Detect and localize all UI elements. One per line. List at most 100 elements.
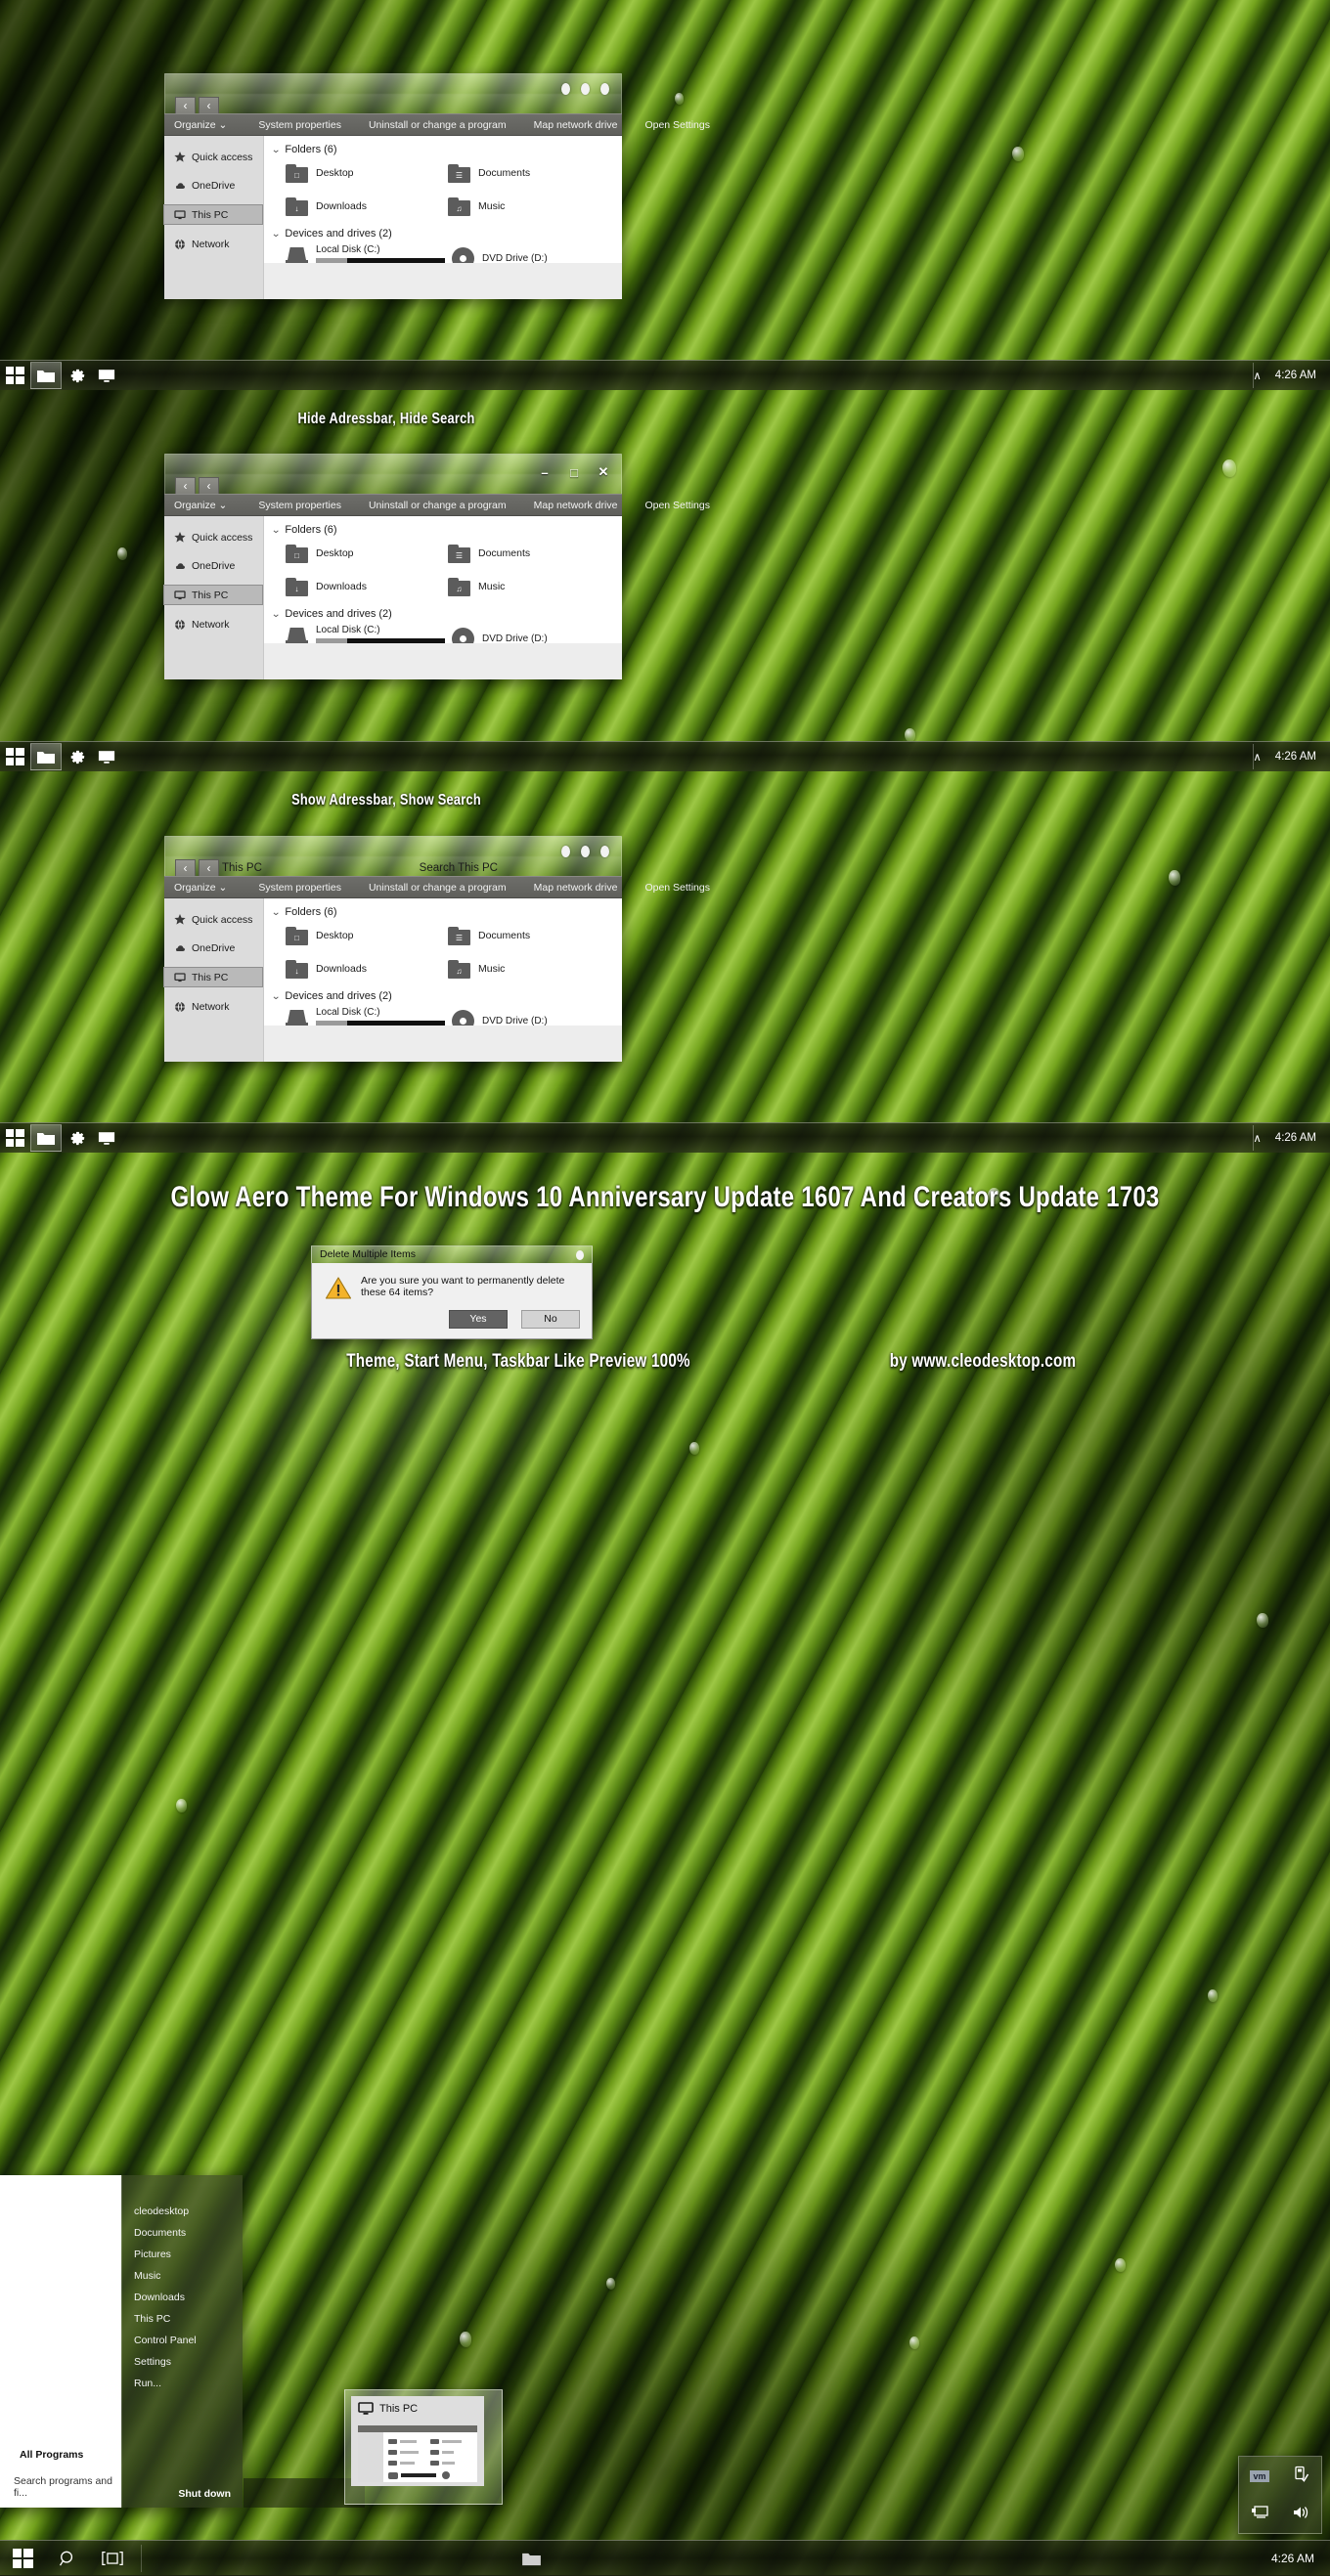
sidebar-item-quick-access[interactable]: Quick access xyxy=(164,528,263,546)
start-menu-programs-pane[interactable]: All Programs Search programs and fi... xyxy=(0,2175,121,2508)
command-system-properties[interactable]: System properties xyxy=(258,882,355,894)
maximize-button[interactable]: □ xyxy=(566,465,582,480)
folder-item[interactable]: □ Desktop xyxy=(286,159,448,187)
command-map-network-drive[interactable]: Map network drive xyxy=(534,119,632,131)
minimize-dot[interactable] xyxy=(561,83,570,95)
forward-button[interactable]: ‹ xyxy=(199,97,219,113)
sidebar-item-this-pc[interactable]: This PC xyxy=(163,585,263,605)
system-tray[interactable]: ∧ 4:26 AM xyxy=(1253,369,1330,382)
start-menu-item-pictures[interactable]: Pictures xyxy=(122,2244,243,2265)
volume-icon[interactable] xyxy=(1292,2505,1309,2525)
taskbar-2[interactable]: ∧ 4:26 AM xyxy=(0,741,1330,771)
system-tray[interactable]: ∧ 4:26 AM xyxy=(1253,1131,1330,1145)
clock[interactable]: 4:26 AM xyxy=(1275,370,1316,381)
sidebar-item-network[interactable]: Network xyxy=(164,997,263,1016)
window-control-dots[interactable] xyxy=(561,83,609,95)
sidebar-item-quick-access[interactable]: Quick access xyxy=(164,148,263,166)
start-button[interactable] xyxy=(0,1124,29,1152)
command-uninstall[interactable]: Uninstall or change a program xyxy=(369,500,520,511)
sidebar-item-onedrive[interactable]: OneDrive xyxy=(164,939,263,957)
close-dot[interactable] xyxy=(600,83,609,95)
network-icon[interactable] xyxy=(1251,2505,1268,2525)
address-bar[interactable]: This PC xyxy=(222,862,262,874)
explorer-window-1[interactable]: ‹ ‹ Organize ⌄ System properties Uninsta… xyxy=(163,73,710,299)
command-organize[interactable]: Organize ⌄ xyxy=(174,882,241,894)
file-explorer-button[interactable] xyxy=(30,1124,62,1152)
start-menu-item-downloads[interactable]: Downloads xyxy=(122,2287,243,2308)
taskbar-3[interactable]: ∧ 4:26 AM xyxy=(0,1122,1330,1153)
file-explorer-button[interactable] xyxy=(30,743,62,770)
shutdown-button[interactable]: Shut down xyxy=(178,2488,231,2500)
folder-item[interactable]: ↓ Downloads xyxy=(286,193,448,220)
explorer-window-3[interactable]: ‹ ‹ This PC Search This PC Organize ⌄ Sy… xyxy=(163,836,710,1062)
yes-button[interactable]: Yes xyxy=(449,1310,508,1329)
drives-group-header[interactable]: ⌄ Devices and drives (2) xyxy=(264,228,622,240)
sidebar-item-network[interactable]: Network xyxy=(164,235,263,253)
display-button[interactable] xyxy=(92,743,121,770)
usb-eject-icon[interactable] xyxy=(1293,2466,1309,2488)
search-button[interactable] xyxy=(45,2542,90,2575)
start-menu[interactable]: All Programs Search programs and fi... c… xyxy=(0,2175,365,2508)
navigation-buttons[interactable]: ‹ ‹ xyxy=(175,97,219,113)
folder-item[interactable]: ↓ Downloads xyxy=(286,573,448,600)
no-button[interactable]: No xyxy=(521,1310,580,1329)
start-menu-item-control-panel[interactable]: Control Panel xyxy=(122,2330,243,2351)
command-organize[interactable]: Organize ⌄ xyxy=(174,500,241,511)
folders-group-header[interactable]: ⌄ Folders (6) xyxy=(264,906,622,918)
command-system-properties[interactable]: System properties xyxy=(258,500,355,511)
tray-expand-icon[interactable]: ∧ xyxy=(1253,1131,1261,1145)
command-bar[interactable]: Organize ⌄ System properties Uninstall o… xyxy=(164,876,710,898)
navigation-buttons[interactable]: ‹ ‹ xyxy=(175,859,219,876)
command-bar[interactable]: Organize ⌄ System properties Uninstall o… xyxy=(164,113,710,136)
dialog-close-button[interactable] xyxy=(576,1250,584,1260)
folder-item[interactable]: ↓ Downloads xyxy=(286,955,448,982)
drives-group-header[interactable]: ⌄ Devices and drives (2) xyxy=(264,608,622,620)
forward-button[interactable]: ‹ xyxy=(199,477,219,494)
command-system-properties[interactable]: System properties xyxy=(258,119,355,131)
tray-overflow-flyout[interactable]: vm xyxy=(1238,2456,1322,2534)
settings-button[interactable] xyxy=(63,362,92,389)
sidebar-item-this-pc[interactable]: This PC xyxy=(163,967,263,987)
folder-item[interactable]: ☰ Documents xyxy=(448,922,610,949)
explorer-window-2[interactable]: ‹ ‹ – □ ✕ Organize ⌄ System properties U… xyxy=(163,454,710,679)
navigation-buttons[interactable]: ‹ ‹ xyxy=(175,477,219,494)
navigation-pane[interactable]: Quick access OneDrive This PC Network xyxy=(163,516,264,679)
tray-expand-icon[interactable]: ∧ xyxy=(1253,369,1261,382)
command-map-network-drive[interactable]: Map network drive xyxy=(534,500,632,511)
folder-item[interactable]: ☰ Documents xyxy=(448,540,610,567)
settings-button[interactable] xyxy=(63,1124,92,1152)
clock[interactable]: 4:26 AM xyxy=(1275,1132,1316,1144)
folders-group-header[interactable]: ⌄ Folders (6) xyxy=(264,524,622,536)
window-control-dots[interactable] xyxy=(561,846,609,857)
command-open-settings[interactable]: Open Settings xyxy=(644,882,724,894)
minimize-dot[interactable] xyxy=(561,846,570,857)
folder-item[interactable]: ☰ Documents xyxy=(448,159,610,187)
sidebar-item-onedrive[interactable]: OneDrive xyxy=(164,556,263,575)
taskbar-1[interactable]: ∧ 4:26 AM xyxy=(0,360,1330,390)
command-open-settings[interactable]: Open Settings xyxy=(644,119,724,131)
folder-item[interactable]: ♫ Music xyxy=(448,573,610,600)
start-button[interactable] xyxy=(0,743,29,770)
task-view-button[interactable] xyxy=(90,2542,135,2575)
folder-item[interactable]: □ Desktop xyxy=(286,922,448,949)
folder-item[interactable]: ♫ Music xyxy=(448,955,610,982)
clock[interactable]: 4:26 AM xyxy=(1275,751,1316,763)
start-menu-item-this-pc[interactable]: This PC xyxy=(122,2308,243,2330)
close-button[interactable]: ✕ xyxy=(596,464,611,480)
display-button[interactable] xyxy=(92,1124,121,1152)
vm-icon[interactable]: vm xyxy=(1250,2470,1269,2482)
close-dot[interactable] xyxy=(600,846,609,857)
back-button[interactable]: ‹ xyxy=(175,477,196,494)
file-explorer-button[interactable] xyxy=(30,362,62,389)
folder-item[interactable]: ♫ Music xyxy=(448,193,610,220)
system-tray[interactable]: ∧ 4:26 AM xyxy=(1253,750,1330,764)
clock[interactable]: 4:26 AM xyxy=(1271,2552,1330,2565)
start-menu-places-pane[interactable]: cleodesktop Documents Pictures Music Dow… xyxy=(121,2175,365,2508)
taskbar-thumbnail-preview[interactable]: This PC xyxy=(344,2389,503,2505)
bottom-taskbar[interactable]: 4:26 AM xyxy=(0,2540,1330,2576)
back-button[interactable]: ‹ xyxy=(175,97,196,113)
command-uninstall[interactable]: Uninstall or change a program xyxy=(369,882,520,894)
command-map-network-drive[interactable]: Map network drive xyxy=(534,882,632,894)
taskbar-running-app[interactable] xyxy=(509,2542,554,2575)
start-menu-search-input[interactable]: Search programs and fi... xyxy=(14,2475,121,2499)
